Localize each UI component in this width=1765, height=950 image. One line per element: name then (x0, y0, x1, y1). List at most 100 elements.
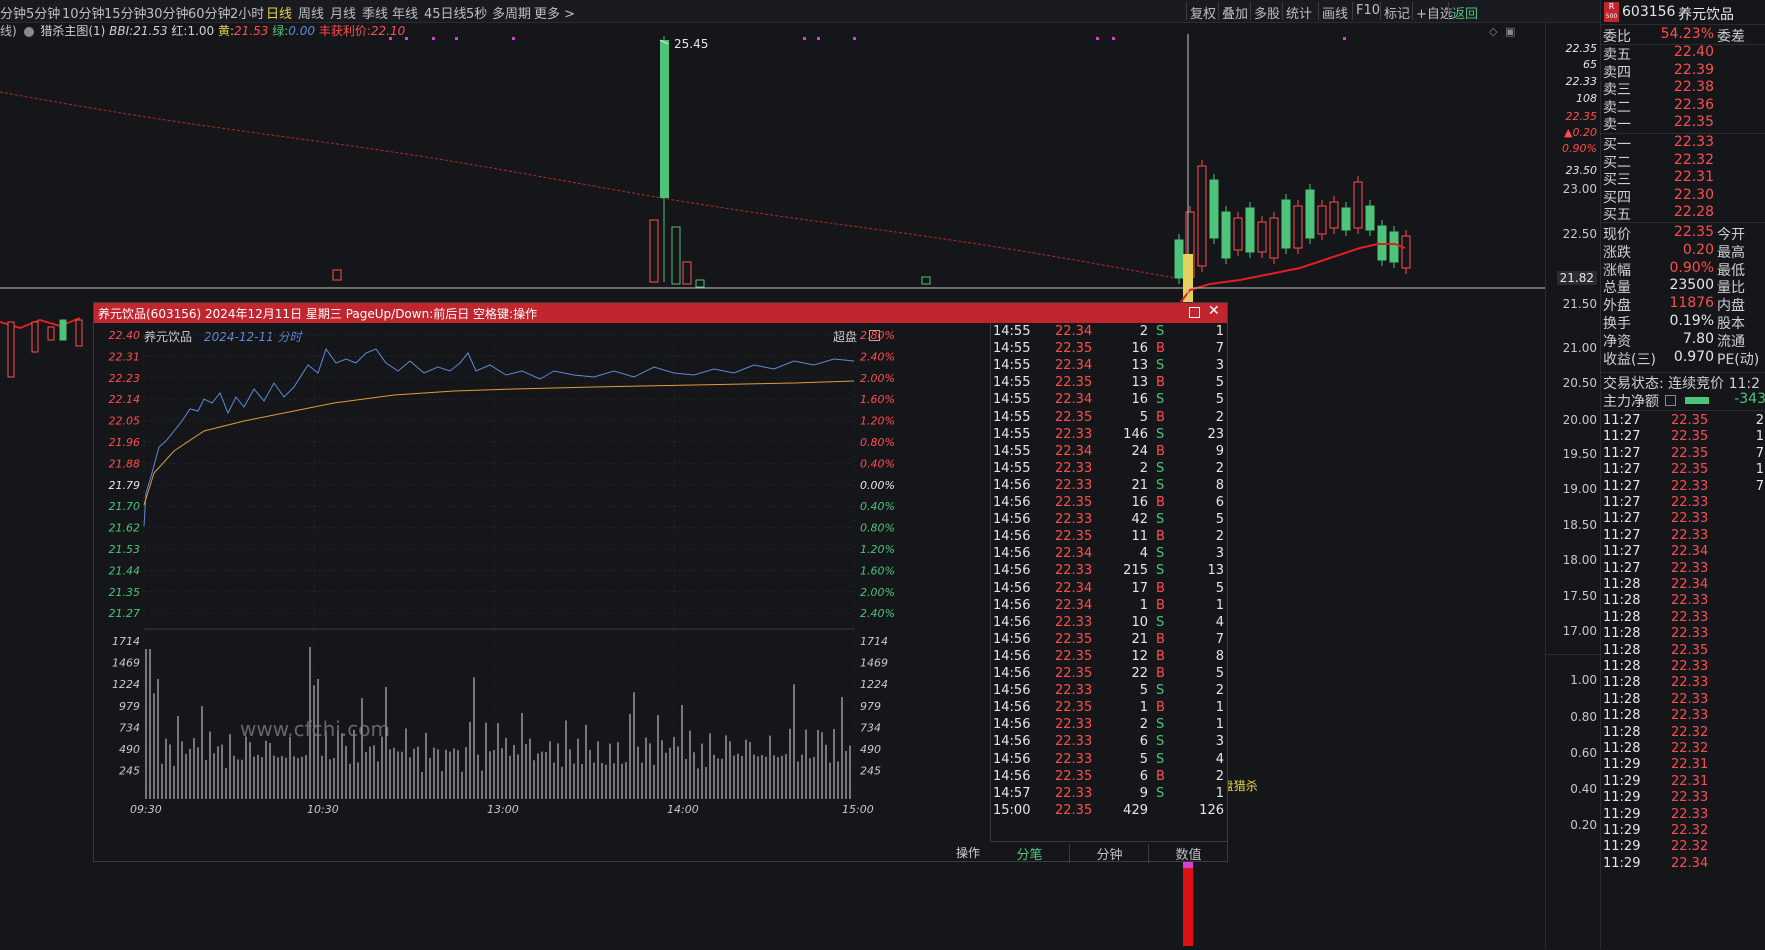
row-value: 0.19% (1669, 313, 1714, 329)
weicha-label: 委差 (1717, 29, 1745, 45)
tick-volume: 17 (1131, 580, 1148, 596)
bid-row[interactable]: 买四 22.30 (1601, 186, 1765, 206)
timeframe-1[interactable]: 5分钟 (26, 3, 60, 22)
tool-5[interactable]: F10 (1356, 3, 1380, 18)
ask-row[interactable]: 卖五 22.40 (1601, 44, 1765, 63)
tick-volume: 10 (1131, 614, 1148, 630)
popup-titlebar[interactable]: 养元饮品(603156) 2024年12月11日 星期三 PageUp/Down… (94, 303, 1227, 323)
op-button[interactable]: 操作 (956, 844, 980, 861)
pct-tick: 0.00% (860, 479, 895, 492)
stat-row[interactable]: 外盘 11876 内盘 (1601, 295, 1765, 314)
stat-row[interactable]: 涨幅 0.90% 最低 (1601, 260, 1765, 279)
stat-row[interactable]: 涨跌 0.20 最高 (1601, 242, 1765, 261)
tick-mark: 2 (1755, 413, 1764, 428)
tick-price: 22.35 (1671, 462, 1709, 478)
tool-6[interactable]: 标记 (1384, 3, 1410, 22)
timeframe-7[interactable]: 日线 (266, 3, 292, 22)
row-value: 22.30 (1673, 186, 1714, 203)
tick-price: 22.33 (1055, 683, 1093, 699)
stat-row[interactable]: 净资 7.80 流通 (1601, 331, 1765, 350)
axis-tick: 18.00 (1562, 553, 1597, 567)
popup-tab-1[interactable]: 分钟 (1069, 844, 1149, 863)
price-tick: 22.40 (109, 329, 141, 342)
tick-price: 22.35 (1671, 445, 1709, 461)
row-value: 22.32 (1673, 151, 1714, 168)
bid-row[interactable]: 买五 22.28 (1601, 204, 1765, 223)
tool-4[interactable]: 画线 (1322, 3, 1348, 22)
timeframe-2[interactable]: 10分钟 (62, 3, 105, 22)
tool-1[interactable]: 叠加 (1222, 3, 1248, 22)
timeframe-6[interactable]: 2小时 (230, 3, 264, 22)
tick-side: B (1156, 666, 1165, 681)
close-icon[interactable]: ✕ (1208, 303, 1220, 319)
indicator-axis-tick: 0.20 (1570, 818, 1597, 832)
stat-row[interactable]: 换手 0.19% 股本 (1601, 313, 1765, 332)
stat-row[interactable]: 现价 22.35 今开 (1601, 224, 1765, 243)
flow-bar (1685, 397, 1709, 404)
ask-row[interactable]: 卖三 22.38 (1601, 79, 1765, 98)
timeframe-11[interactable]: 年线 (392, 3, 418, 22)
ask-row[interactable]: 卖二 22.36 (1601, 96, 1765, 116)
tick-side: S (1156, 460, 1165, 476)
ask-row[interactable]: 卖一 22.35 (1601, 114, 1765, 133)
stat-row[interactable]: 总量 23500 量比 (1601, 277, 1765, 296)
popup-tab-2[interactable]: 数值 (1148, 844, 1228, 863)
bid-row[interactable]: 买三 22.31 (1601, 169, 1765, 188)
timeframe-10[interactable]: 季线 (362, 3, 388, 22)
tool-3[interactable]: 统计 (1286, 3, 1312, 22)
axis-small-label: 65 (1583, 58, 1597, 71)
weibi-row: 委比 54.23% 委差 (1601, 26, 1765, 45)
tick-price: 22.33 (1055, 460, 1093, 476)
weibi-value: 54.23% (1660, 26, 1714, 42)
indicator-axis-tick: 0.80 (1570, 710, 1597, 724)
ask-row[interactable]: 卖四 22.39 (1601, 62, 1765, 81)
tick-time: 11:27 (1603, 429, 1641, 445)
quote-tick-list[interactable]: 11:27 22.35 2 11:27 22.35 1 11:27 22.35 7 11:27 22… (1601, 410, 1765, 950)
row-value: 0.970 (1673, 348, 1714, 365)
stat-row[interactable]: 收益(三) 0.970 PE(动) (1601, 348, 1765, 368)
timeframe-3[interactable]: 15分钟 (104, 3, 147, 22)
timeframe-0[interactable]: 分钟 (0, 3, 26, 22)
timeframe-12[interactable]: 45日线 (424, 3, 467, 22)
weibi-label: 委比 (1603, 29, 1631, 45)
tick-count: 2 (1215, 529, 1224, 545)
tick-price: 22.33 (1055, 717, 1093, 733)
tick-price: 22.33 (1671, 495, 1709, 510)
popup-tab-0[interactable]: 分笔 (990, 844, 1069, 863)
main-flow-label: 主力净额 (1603, 394, 1659, 410)
tick-count: 5 (1215, 392, 1224, 408)
timeframe-9[interactable]: 月线 (330, 3, 356, 22)
tick-time: 11:29 (1603, 823, 1641, 838)
popup-tick-row: 15:00 22.35 429 126 (991, 803, 1228, 821)
popup-tick-row: 14:56 22.35 22 B 5 (991, 666, 1228, 684)
tick-time: 11:28 (1603, 593, 1641, 609)
popup-tick-list[interactable]: 14:55 22.34 2 S 1 14:55 22.35 16 B 7 14:55 22.34 13 S… (990, 323, 1228, 841)
candle (1209, 179, 1219, 239)
maximize-icon[interactable] (1189, 307, 1200, 318)
bid-row[interactable]: 买二 22.32 (1601, 151, 1765, 171)
axis-tick: 20.50 (1562, 376, 1597, 390)
timeframe-8[interactable]: 周线 (298, 3, 324, 22)
tick-row: 11:29 22.33 (1601, 790, 1765, 808)
tick-time: 11:27 (1603, 445, 1641, 461)
row-value: 22.36 (1673, 96, 1714, 113)
timeframe-5[interactable]: 60分钟 (188, 3, 231, 22)
tick-time: 14:55 (993, 324, 1031, 339)
timeframe-14[interactable]: 多周期 (492, 3, 531, 22)
bid-row[interactable]: 买一 22.33 (1601, 134, 1765, 153)
tick-count: 4 (1215, 751, 1224, 767)
intraday-chart[interactable]: 22.40 22.31 22.23 22.14 22.05 21.96 21.88 21.79… (94, 323, 990, 861)
tool-2[interactable]: 多股 (1254, 3, 1280, 22)
indicator-bar-red (1183, 868, 1193, 946)
intraday-popup[interactable]: 养元饮品(603156) 2024年12月11日 星期三 PageUp/Down… (93, 302, 1228, 863)
tick-price: 22.33 (1671, 675, 1709, 691)
popup-tick-row: 14:55 22.35 13 B 5 (991, 375, 1228, 393)
tool-8[interactable]: 返回 (1452, 3, 1478, 22)
indicator-axis-tick: 0.40 (1570, 782, 1597, 796)
timeframe-4[interactable]: 30分钟 (146, 3, 189, 22)
tool-0[interactable]: 复权 (1190, 3, 1216, 22)
timeframe-13[interactable]: 5秒 (466, 3, 487, 22)
tick-row: 11:28 22.33 (1601, 675, 1765, 693)
axis-small-label: 0.90% (1562, 142, 1597, 155)
timeframe-15[interactable]: 更多 > (534, 3, 575, 22)
